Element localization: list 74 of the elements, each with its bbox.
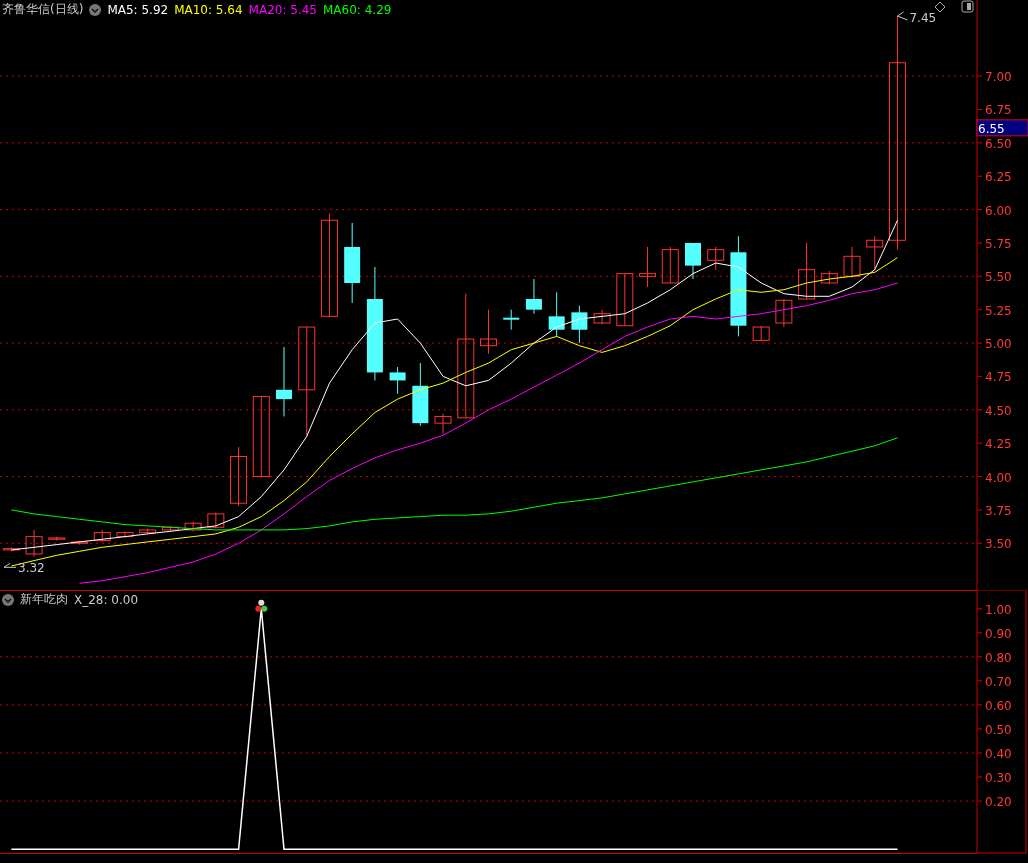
candlestick [93, 529, 111, 543]
candlestick [2, 546, 20, 552]
candlestick [525, 278, 542, 315]
axis-label: 6.75 [985, 103, 1012, 118]
current-price-label: 6.55 [978, 121, 1005, 136]
stock-title: 齐鲁华信(日线) [2, 1, 84, 18]
high-price-label: 7.45 [909, 11, 937, 25]
candlestick [752, 325, 770, 341]
candlestick [480, 309, 497, 355]
axis-label: 6.50 [985, 136, 1012, 151]
candlestick [412, 362, 429, 427]
moving-average-legend: MA60: 4.29 [323, 2, 392, 17]
axis-label: 4.00 [985, 470, 1012, 485]
axis-label: 0.90 [985, 626, 1012, 641]
axis-label: 0.40 [985, 747, 1012, 761]
axis-label: 7.00 [985, 70, 1012, 85]
candlestick [434, 413, 452, 435]
axis-label: 0.30 [985, 771, 1012, 786]
candlestick [820, 270, 838, 285]
axis-label: 5.00 [985, 337, 1012, 352]
candlestick [71, 540, 88, 546]
axis-label: 5.75 [985, 236, 1012, 251]
panel-toggle-icon[interactable] [961, 0, 974, 13]
indicator-name: 新年吃肉 [20, 591, 68, 608]
candlestick [548, 291, 565, 337]
candlestick [207, 512, 225, 530]
axis-label: 0.80 [985, 650, 1012, 665]
axis-label: 5.25 [985, 303, 1012, 318]
candlestick [48, 536, 66, 542]
indicator-reading: X_28: 0.00 [74, 592, 139, 607]
axis-label: 0.60 [985, 698, 1012, 713]
axis-label: 0.20 [985, 795, 1012, 810]
axis-label: 3.75 [985, 503, 1012, 518]
candlestick [25, 529, 43, 558]
candlestick [639, 246, 657, 288]
candlestick [661, 246, 679, 284]
candlestick [866, 235, 884, 271]
axis-label: 5.50 [985, 270, 1012, 285]
axis-label: 0.70 [985, 674, 1012, 689]
axis-label: 1.00 [985, 602, 1012, 617]
candlestick [707, 246, 725, 271]
candlestick [139, 528, 157, 535]
candlestick [230, 446, 248, 507]
candlestick [276, 346, 292, 417]
candlestick [593, 309, 611, 325]
candlestick [616, 273, 634, 327]
candlestick [116, 530, 134, 539]
axis-label: 6.00 [985, 203, 1012, 218]
dropdown-icon[interactable] [89, 3, 102, 16]
axis-label: 3.50 [985, 537, 1012, 552]
candlestick [161, 525, 179, 532]
axis-label: 4.25 [985, 437, 1012, 452]
candlestick [798, 242, 816, 300]
pointer-icon [897, 11, 908, 21]
candlestick [503, 309, 520, 331]
candlestick [843, 246, 861, 279]
axis-label: 6.25 [985, 170, 1012, 185]
moving-average-legend: MA5: 5.92 [107, 2, 169, 17]
candlestick [775, 298, 793, 328]
pointer-icon [3, 562, 17, 568]
axis-label: 4.50 [985, 403, 1012, 418]
diamond-icon[interactable] [934, 1, 946, 13]
moving-average-legend: MA10: 5.64 [174, 2, 243, 17]
signal-dots-icon [255, 599, 268, 612]
candlestick [571, 305, 588, 344]
dropdown-icon[interactable] [2, 593, 14, 606]
current-price-marker [976, 119, 1028, 137]
candlestick [685, 242, 701, 280]
moving-average-legend: MA20: 5.45 [248, 2, 317, 17]
candlestick [389, 366, 406, 395]
low-price-label: 3.32 [18, 561, 45, 576]
axis-label: 0.50 [985, 722, 1012, 737]
candlestick [184, 521, 202, 532]
axis-label: 4.75 [985, 370, 1012, 385]
